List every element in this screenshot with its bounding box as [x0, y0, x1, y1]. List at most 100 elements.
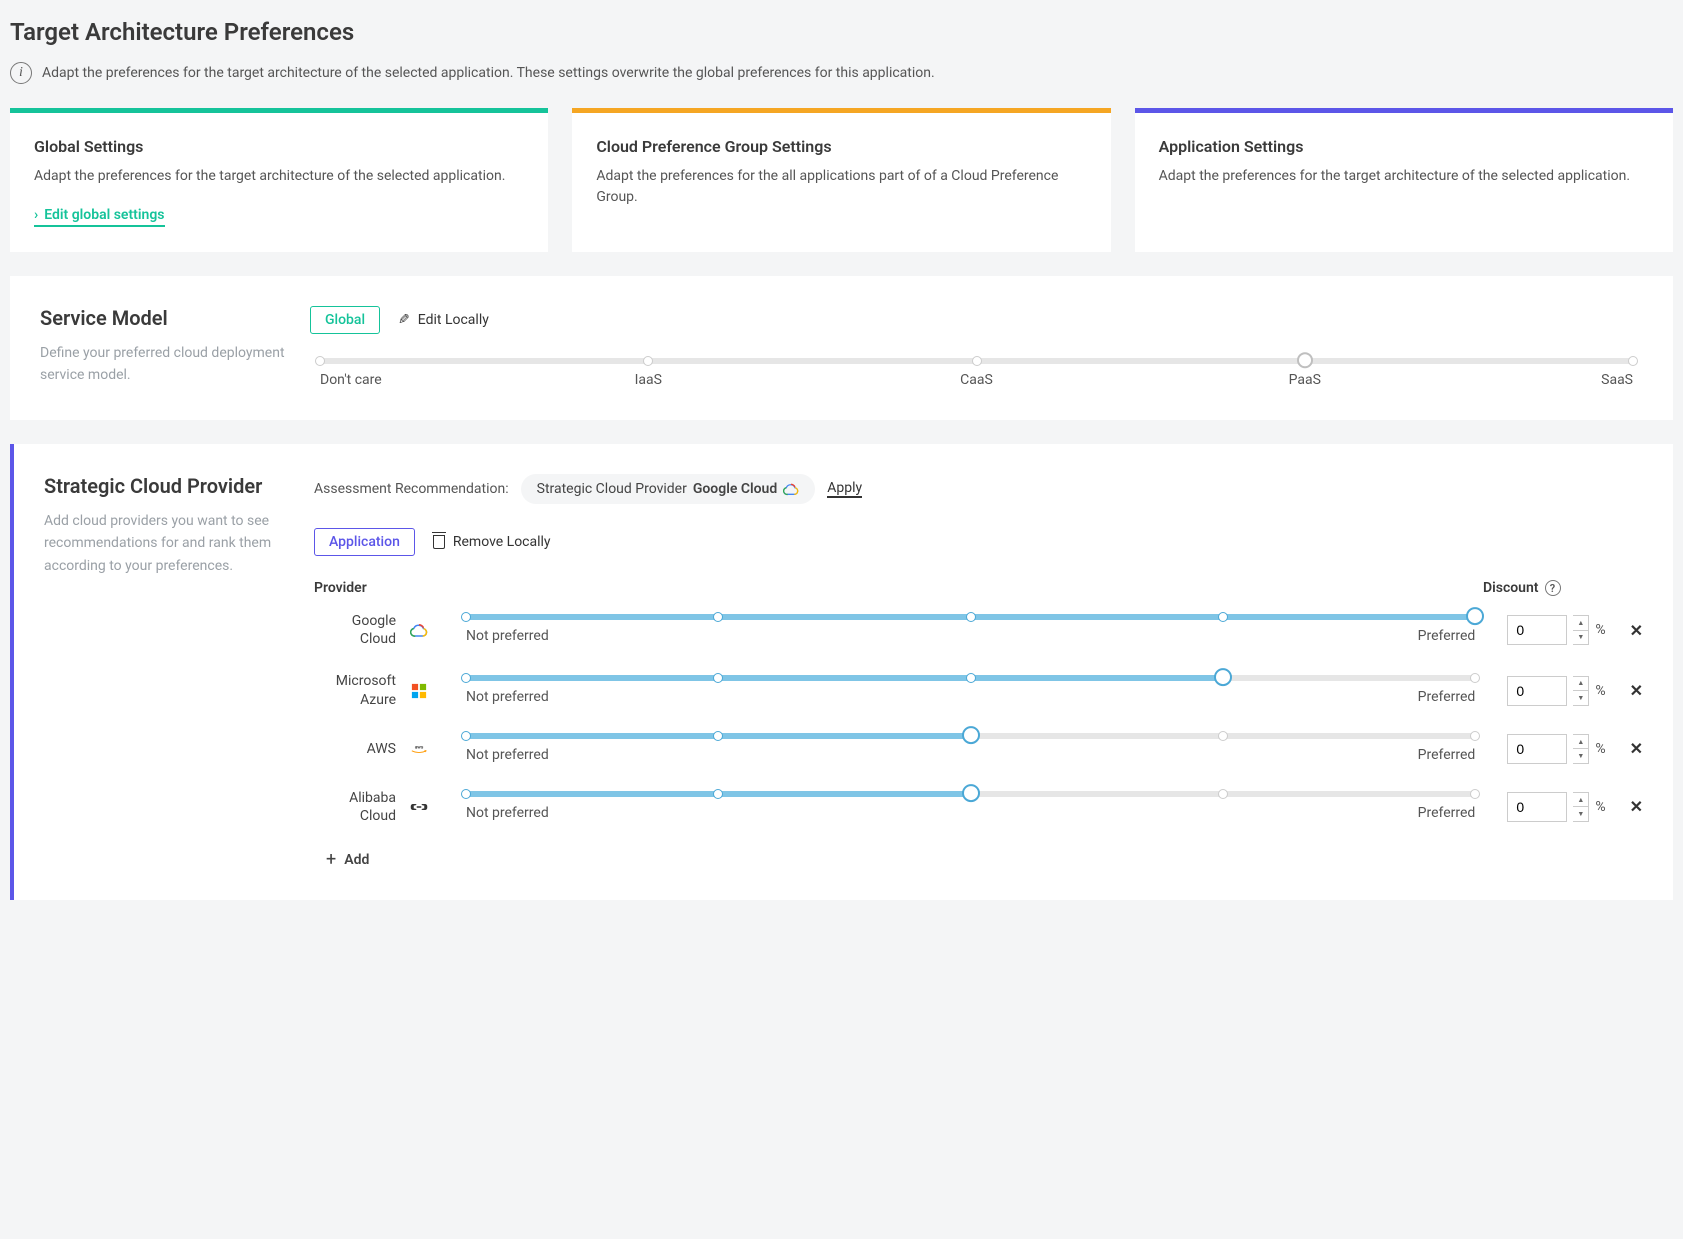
tick-label: IaaS — [635, 372, 662, 388]
tick-label: SaaS — [1601, 372, 1633, 388]
tick-label: Don't care — [320, 372, 382, 388]
discount-input[interactable] — [1507, 734, 1567, 764]
card-application-settings: Application Settings Adapt the preferenc… — [1135, 108, 1673, 252]
preference-slider[interactable]: Not preferred Preferred — [466, 675, 1475, 707]
service-model-desc: Define your preferred cloud deployment s… — [40, 342, 290, 387]
slider-right-label: Preferred — [1418, 747, 1476, 763]
percent-label: % — [1595, 622, 1605, 638]
discount-input[interactable] — [1507, 676, 1567, 706]
aws-icon: aws — [410, 741, 428, 757]
edit-global-settings-label: Edit global settings — [44, 207, 164, 223]
plus-icon: + — [326, 849, 336, 870]
discount-stepper[interactable]: ▲ ▼ — [1573, 615, 1589, 645]
edit-locally-button[interactable]: Edit Locally — [398, 312, 489, 328]
chevron-right-icon: › — [34, 207, 38, 223]
slider-left-label: Not preferred — [466, 628, 549, 644]
percent-label: % — [1595, 741, 1605, 757]
preference-slider-handle[interactable] — [962, 784, 980, 802]
card-app-body: Adapt the preferences for the target arc… — [1159, 166, 1649, 187]
service-model-title: Service Model — [40, 306, 290, 330]
card-group-settings: Cloud Preference Group Settings Adapt th… — [572, 108, 1110, 252]
col-header-discount: Discount — [1483, 580, 1539, 596]
preference-slider[interactable]: Not preferred Preferred — [466, 733, 1475, 765]
assessment-recommendation-pill: Strategic Cloud Provider Google Cloud — [521, 474, 816, 504]
remove-provider-button[interactable]: ✕ — [1630, 621, 1643, 640]
card-app-title: Application Settings — [1159, 137, 1649, 156]
discount-stepper[interactable]: ▲ ▼ — [1573, 734, 1589, 764]
remove-locally-button[interactable]: Remove Locally — [433, 534, 551, 550]
provider-row-aws: AWS aws Not preferred Preferred — [314, 733, 1643, 765]
provider-name: AWS — [314, 740, 396, 758]
preference-slider[interactable]: Not preferred Preferred — [466, 791, 1475, 823]
trash-icon — [433, 535, 445, 549]
provider-row-google-cloud: GoogleCloud Not preferred Preferred — [314, 612, 1643, 648]
preference-slider[interactable]: Not preferred Preferred — [466, 614, 1475, 646]
preference-slider-handle[interactable] — [1466, 607, 1484, 625]
alibaba-cloud-icon — [410, 799, 428, 815]
provider-name: MicrosoftAzure — [314, 672, 396, 708]
chevron-up-icon[interactable]: ▲ — [1573, 677, 1588, 692]
slider-right-label: Preferred — [1418, 805, 1476, 821]
provider-name: GoogleCloud — [314, 612, 396, 648]
microsoft-icon — [410, 683, 428, 699]
add-provider-button[interactable]: + Add — [326, 849, 1643, 870]
remove-provider-button[interactable]: ✕ — [1630, 739, 1643, 758]
edit-global-settings-link[interactable]: › Edit global settings — [34, 207, 165, 227]
discount-input[interactable] — [1507, 792, 1567, 822]
scope-badge-application: Application — [314, 528, 415, 556]
tick-label: PaaS — [1289, 372, 1321, 388]
percent-label: % — [1595, 683, 1605, 699]
discount-stepper[interactable]: ▲ ▼ — [1573, 676, 1589, 706]
percent-label: % — [1595, 799, 1605, 815]
scope-badge-global: Global — [310, 306, 380, 334]
preference-slider-handle[interactable] — [962, 726, 980, 744]
chevron-up-icon[interactable]: ▲ — [1573, 735, 1588, 750]
card-global-body: Adapt the preferences for the target arc… — [34, 166, 524, 187]
pill-prefix: Strategic Cloud Provider — [537, 481, 687, 497]
discount-stepper[interactable]: ▲ ▼ — [1573, 792, 1589, 822]
slider-right-label: Preferred — [1418, 689, 1476, 705]
chevron-up-icon[interactable]: ▲ — [1573, 616, 1588, 631]
provider-name: AlibabaCloud — [314, 789, 396, 825]
chevron-down-icon[interactable]: ▼ — [1573, 807, 1588, 821]
page-title: Target Architecture Preferences — [10, 18, 1673, 46]
slider-right-label: Preferred — [1418, 628, 1476, 644]
service-model-section: Service Model Define your preferred clou… — [10, 276, 1673, 420]
add-label: Add — [344, 852, 369, 868]
service-model-slider[interactable]: Don't care IaaS CaaS PaaS SaaS — [320, 358, 1633, 390]
col-header-provider: Provider — [314, 580, 434, 596]
strategic-title: Strategic Cloud Provider — [44, 474, 294, 498]
apply-button[interactable]: Apply — [827, 480, 862, 498]
card-global-settings: Global Settings Adapt the preferences fo… — [10, 108, 548, 252]
edit-icon — [398, 312, 410, 328]
remove-provider-button[interactable]: ✕ — [1630, 797, 1643, 816]
discount-input[interactable] — [1507, 615, 1567, 645]
slider-left-label: Not preferred — [466, 805, 549, 821]
slider-left-label: Not preferred — [466, 747, 549, 763]
service-model-slider-handle[interactable] — [1297, 352, 1313, 368]
svg-text:aws: aws — [415, 745, 424, 750]
info-banner: i Adapt the preferences for the target a… — [10, 62, 1673, 84]
provider-row-microsoft-azure: MicrosoftAzure Not preferred Preferred — [314, 672, 1643, 708]
provider-row-alibaba-cloud: AlibabaCloud Not preferred Preferred — [314, 789, 1643, 825]
remove-provider-button[interactable]: ✕ — [1630, 681, 1643, 700]
edit-locally-label: Edit Locally — [418, 312, 489, 328]
card-group-title: Cloud Preference Group Settings — [596, 137, 1086, 156]
help-icon[interactable]: ? — [1545, 580, 1561, 596]
chevron-down-icon[interactable]: ▼ — [1573, 749, 1588, 763]
pill-value: Google Cloud — [693, 481, 777, 497]
chevron-down-icon[interactable]: ▼ — [1573, 631, 1588, 645]
chevron-down-icon[interactable]: ▼ — [1573, 691, 1588, 705]
assessment-recommendation-label: Assessment Recommendation: — [314, 481, 509, 497]
chevron-up-icon[interactable]: ▲ — [1573, 793, 1588, 808]
preference-slider-handle[interactable] — [1214, 668, 1232, 686]
card-global-title: Global Settings — [34, 137, 524, 156]
strategic-desc: Add cloud providers you want to see reco… — [44, 510, 294, 577]
strategic-provider-section: Strategic Cloud Provider Add cloud provi… — [10, 444, 1673, 900]
google-cloud-icon — [783, 482, 799, 496]
slider-left-label: Not preferred — [466, 689, 549, 705]
google-cloud-icon — [410, 622, 428, 638]
info-icon: i — [10, 62, 32, 84]
info-text: Adapt the preferences for the target arc… — [42, 65, 935, 81]
remove-locally-label: Remove Locally — [453, 534, 551, 550]
